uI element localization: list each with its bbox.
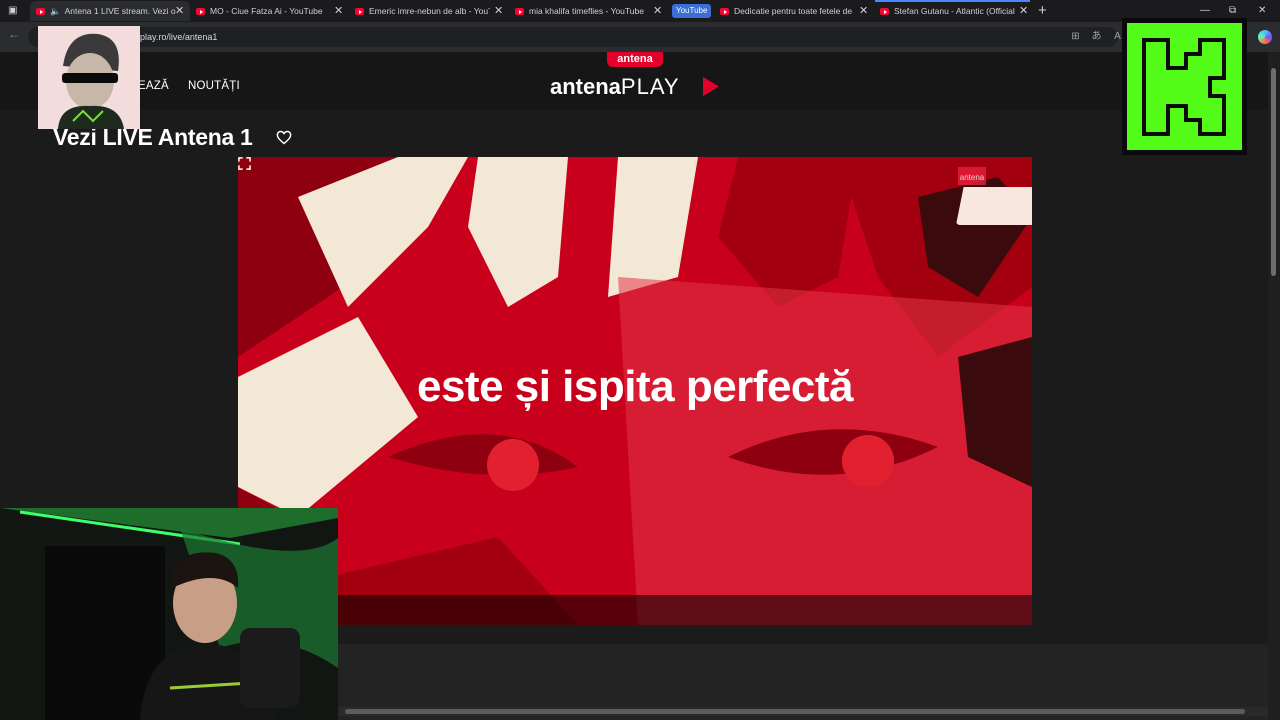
streamer-avatar	[38, 26, 140, 129]
tab-close-icon[interactable]: ✕	[494, 1, 503, 21]
kick-logo	[1122, 18, 1247, 155]
channel-watermark-logo	[956, 187, 1032, 225]
tab-title: mia khalifa timeflies - YouTube	[529, 6, 644, 16]
tab-close-icon[interactable]: ✕	[334, 1, 343, 21]
tab-group-chip[interactable]: YouTube	[672, 4, 712, 18]
close-window-icon[interactable]: ✕	[1258, 2, 1266, 20]
player-control-bar[interactable]	[238, 595, 1032, 625]
tab-close-icon[interactable]: ✕	[1019, 1, 1028, 21]
vertical-scrollbar-thumb[interactable]	[1271, 68, 1276, 276]
tab-youtube-5[interactable]: Stefan Gutanu - Atlantic (Official	[880, 1, 1015, 21]
tab-title: Emeric imre-nebun de alb - YouT	[369, 6, 490, 16]
antenaplay-logo[interactable]: antenaPLAY	[550, 74, 680, 100]
tab-youtube-1[interactable]: MO - Ciue Fatza Ai - YouTube	[196, 1, 326, 21]
tab-title: Antena 1 LIVE stream. Vezi o	[64, 6, 176, 16]
copilot-icon[interactable]	[1258, 30, 1272, 44]
logo-play: PLAY	[620, 74, 680, 99]
tab-loading-bar	[875, 0, 1030, 2]
youtube-favicon-icon	[515, 8, 524, 15]
tab-antena1[interactable]: 🔈 Antena 1 LIVE stream. Vezi o	[30, 1, 190, 21]
tab-youtube-2[interactable]: Emeric imre-nebun de alb - YouT	[355, 1, 490, 21]
antena-favicon-icon	[36, 8, 45, 15]
avatar-character-art	[38, 26, 140, 129]
youtube-favicon-icon	[196, 8, 205, 15]
youtube-favicon-icon	[720, 8, 729, 15]
tab-youtube-4[interactable]: Dedicatie pentru toate fetele de	[720, 1, 855, 21]
streamer-webcam	[0, 508, 338, 720]
tab-youtube-3[interactable]: mia khalifa timeflies - YouTube	[515, 1, 650, 21]
back-arrow-icon[interactable]: ←	[8, 27, 20, 41]
heart-icon[interactable]	[276, 130, 292, 145]
new-tab-plus-icon[interactable]: +	[1038, 1, 1047, 21]
speaker-icon[interactable]: 🔈	[50, 6, 61, 16]
tab-title: MO - Ciue Fatza Ai - YouTube	[210, 6, 323, 16]
tab-title: Dedicatie pentru toate fetele de	[734, 6, 853, 16]
tab-close-icon[interactable]: ✕	[653, 1, 662, 21]
antenaplay-logo-mark-icon	[703, 77, 719, 96]
horizontal-scrollbar-thumb[interactable]	[345, 709, 1245, 714]
tab-title: Stefan Gutanu - Atlantic (Official	[894, 6, 1015, 16]
youtube-favicon-icon	[355, 8, 364, 15]
webcam-feed-art	[0, 508, 338, 720]
video-caption: este și ispita perfectă	[416, 362, 854, 411]
install-app-icon[interactable]: ⊞	[1070, 31, 1081, 42]
kick-k-icon	[1127, 23, 1242, 150]
site-header: EAZĂ NOUTĂȚI antena antenaPLAY	[0, 52, 1268, 110]
translate-icon[interactable]: あ	[1091, 31, 1102, 42]
channel-watermark-badge: antena	[958, 167, 986, 185]
url-text[interactable]: play.ro/live/antena1	[140, 26, 217, 48]
video-player[interactable]: antena este și ispita perfectă	[238, 157, 1032, 625]
antena-badge: antena	[607, 52, 663, 67]
nav-link-partial[interactable]: EAZĂ	[138, 80, 169, 92]
tab-close-icon[interactable]: ✕	[859, 1, 868, 21]
nav-link-noutati[interactable]: NOUTĂȚI	[188, 80, 240, 92]
youtube-favicon-icon	[880, 8, 889, 15]
browser-tab-bar: ▣ 🔈 Antena 1 LIVE stream. Vezi o ✕ MO - C…	[0, 0, 1280, 22]
tab-menu-icon[interactable]: ▣	[8, 2, 17, 20]
logo-word: antena	[550, 74, 621, 99]
fullscreen-icon[interactable]	[238, 157, 251, 170]
tab-close-icon[interactable]: ✕	[175, 1, 184, 21]
